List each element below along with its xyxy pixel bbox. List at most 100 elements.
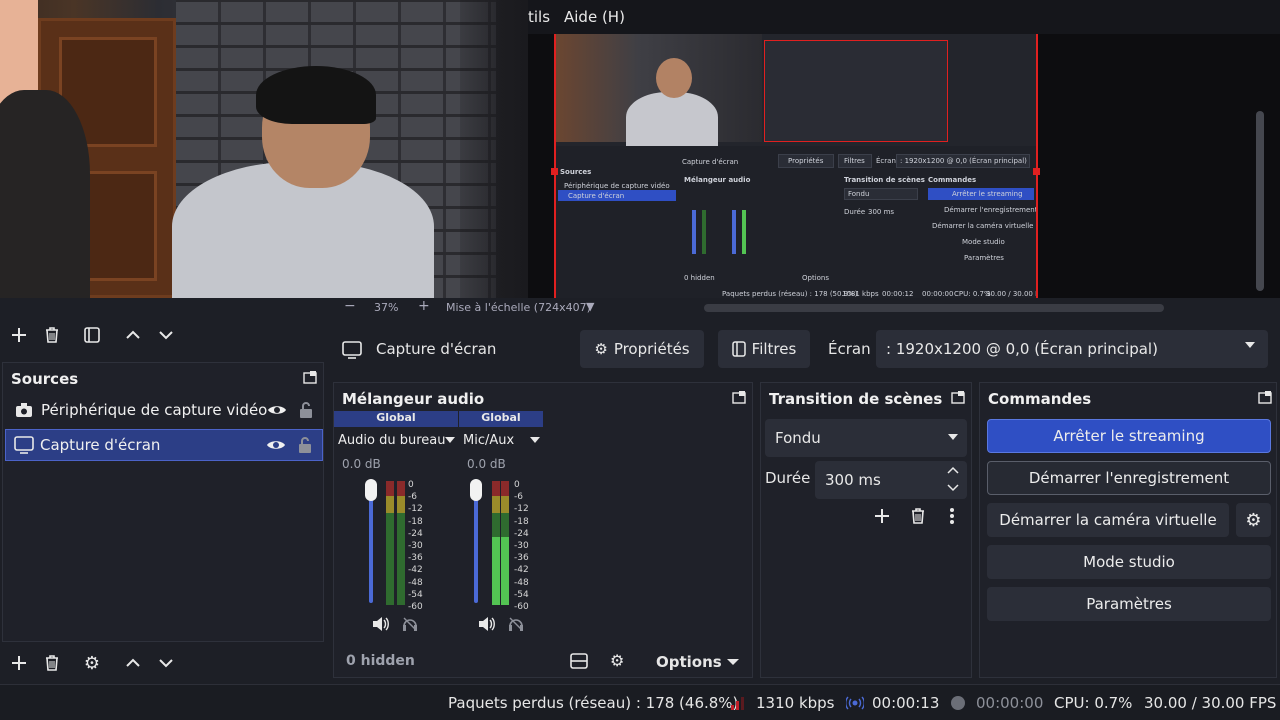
undock-icon[interactable] [1258,390,1272,404]
filter-icon [731,341,746,357]
start-virtual-camera-button[interactable]: Démarrer la caméra virtuelle [987,503,1229,537]
level-meter [501,481,509,605]
filter-icon[interactable] [81,324,103,346]
speaker-icon[interactable] [372,616,390,632]
lock-icon[interactable] [298,437,312,453]
virtual-camera-settings-button[interactable]: ⚙ [1236,503,1271,537]
monitor-icon [342,341,362,359]
speaker-icon[interactable] [478,616,496,632]
mini-hidden: 0 hidden [684,274,715,282]
mini-src1: Périphérique de capture vidéo [564,182,670,190]
channel-db: 0.0 dB [342,457,381,471]
settings-button[interactable]: Paramètres [987,587,1271,621]
transition-select[interactable]: Fondu [765,419,967,457]
stop-streaming-button[interactable]: Arrêter le streaming [987,419,1271,453]
headphone-icon[interactable] [508,616,524,632]
meter-tick-label: -42 [408,565,423,576]
filters-button[interactable]: Filtres [718,330,810,368]
mini-props: Propriétés [788,157,824,165]
chevron-down-icon [947,432,959,442]
sources-title: Sources [11,370,79,388]
headphone-icon[interactable] [402,616,418,632]
mini-studio: Mode studio [962,238,1005,246]
meter-tick-label: -60 [408,602,423,613]
volume-slider-knob[interactable] [365,479,377,501]
properties-label: Propriétés [613,340,690,358]
zoom-in-icon[interactable]: + [418,298,430,314]
preview-canvas[interactable]: Capture d'écran Propriétés Filtres Écran… [528,34,1280,298]
zoom-scale-label[interactable]: Mise à l'échelle (724x407) [446,301,591,314]
meter-tick-label: -24 [514,528,529,539]
spin-up-icon[interactable] [947,465,959,475]
camera-second-person [0,90,90,298]
meter-tick-label: -30 [408,541,423,552]
trash-icon[interactable] [41,324,63,346]
scenes-toolbar [0,318,330,354]
meter-tick-label: 0 [514,480,520,490]
volume-slider[interactable] [474,487,478,603]
preview-handle-right[interactable] [1033,168,1040,175]
preview-screen-capture: Capture d'écran Propriétés Filtres Écran… [554,34,1038,298]
move-down-icon[interactable] [155,324,177,346]
hidden-count[interactable]: 0 hidden [346,653,415,669]
screen-label: Écran [828,340,871,358]
undock-icon[interactable] [303,370,317,384]
trash-icon[interactable] [41,652,63,674]
trash-icon[interactable] [910,507,926,525]
camera-shadow [460,0,528,298]
zoom-out-icon[interactable]: − [344,298,356,314]
move-down-icon[interactable] [155,652,177,674]
options-button[interactable]: Options [656,653,722,671]
add-icon[interactable] [8,652,30,674]
source-item-screen-capture[interactable]: Capture d'écran [5,429,323,461]
chevron-down-icon[interactable] [529,435,541,445]
duration-input[interactable]: 300 ms [815,461,967,499]
gear-icon[interactable]: ⚙ [81,652,103,674]
zoom-dropdown-icon[interactable]: ▼ [586,300,594,313]
status-bar: Paquets perdus (réseau) : 178 (46.8%) 13… [0,684,1280,720]
channel-name[interactable]: Mic/Aux [463,433,514,448]
advanced-settings-icon[interactable]: ⚙ [610,651,624,670]
duration-label: Durée [765,469,811,487]
source-item-video-capture[interactable]: Périphérique de capture vidéo [5,394,323,426]
menu-help[interactable]: Aide (H) [564,8,625,26]
more-options-icon[interactable] [949,507,955,525]
fps: 30.00 / 30.00 FPS [1144,694,1277,712]
transition-title: Transition de scènes [769,390,943,408]
undock-icon[interactable] [951,390,965,404]
screen-select[interactable]: : 1920x1200 @ 0,0 (Écran principal) [876,330,1268,368]
spin-down-icon[interactable] [947,483,959,493]
level-meter [386,481,394,605]
duration-value: 300 ms [825,471,881,489]
volume-slider-knob[interactable] [470,479,482,501]
preview-handle-left[interactable] [551,168,558,175]
zoom-percent: 37% [374,301,399,314]
add-icon[interactable] [873,507,891,525]
mini-fps: 30.00 / 30.00 FPS [986,290,1036,298]
move-up-icon[interactable] [122,652,144,674]
lock-icon[interactable] [299,402,313,418]
meter-tick-label: -48 [408,577,423,588]
level-meter [492,481,500,605]
add-icon[interactable] [8,324,30,346]
properties-button[interactable]: ⚙ Propriétés [580,330,704,368]
controls-title: Commandes [988,390,1092,408]
undock-icon[interactable] [732,390,746,404]
chevron-down-icon[interactable] [444,435,456,445]
mini-screen-value: : 1920x1200 @ 0,0 (Écran principal) [900,157,1027,165]
volume-slider[interactable] [369,487,373,603]
preview-vertical-scrollbar[interactable] [1256,111,1266,291]
eye-icon[interactable] [266,438,286,452]
preview-horizontal-scrollbar[interactable] [704,304,1164,312]
camera-feed [0,0,528,298]
studio-mode-button[interactable]: Mode studio [987,545,1271,579]
channel-name[interactable]: Audio du bureau [338,433,445,448]
mini-virtual-cam: Démarrer la caméra virtuelle [932,222,1034,230]
mini-settings: Paramètres [964,254,1004,262]
move-up-icon[interactable] [122,324,144,346]
eye-icon[interactable] [267,403,287,417]
menu-tools[interactable]: tils [528,8,550,26]
start-recording-button[interactable]: Démarrer l'enregistrement [987,461,1271,495]
layout-icon[interactable] [570,653,588,669]
chevron-down-icon[interactable] [726,657,740,667]
